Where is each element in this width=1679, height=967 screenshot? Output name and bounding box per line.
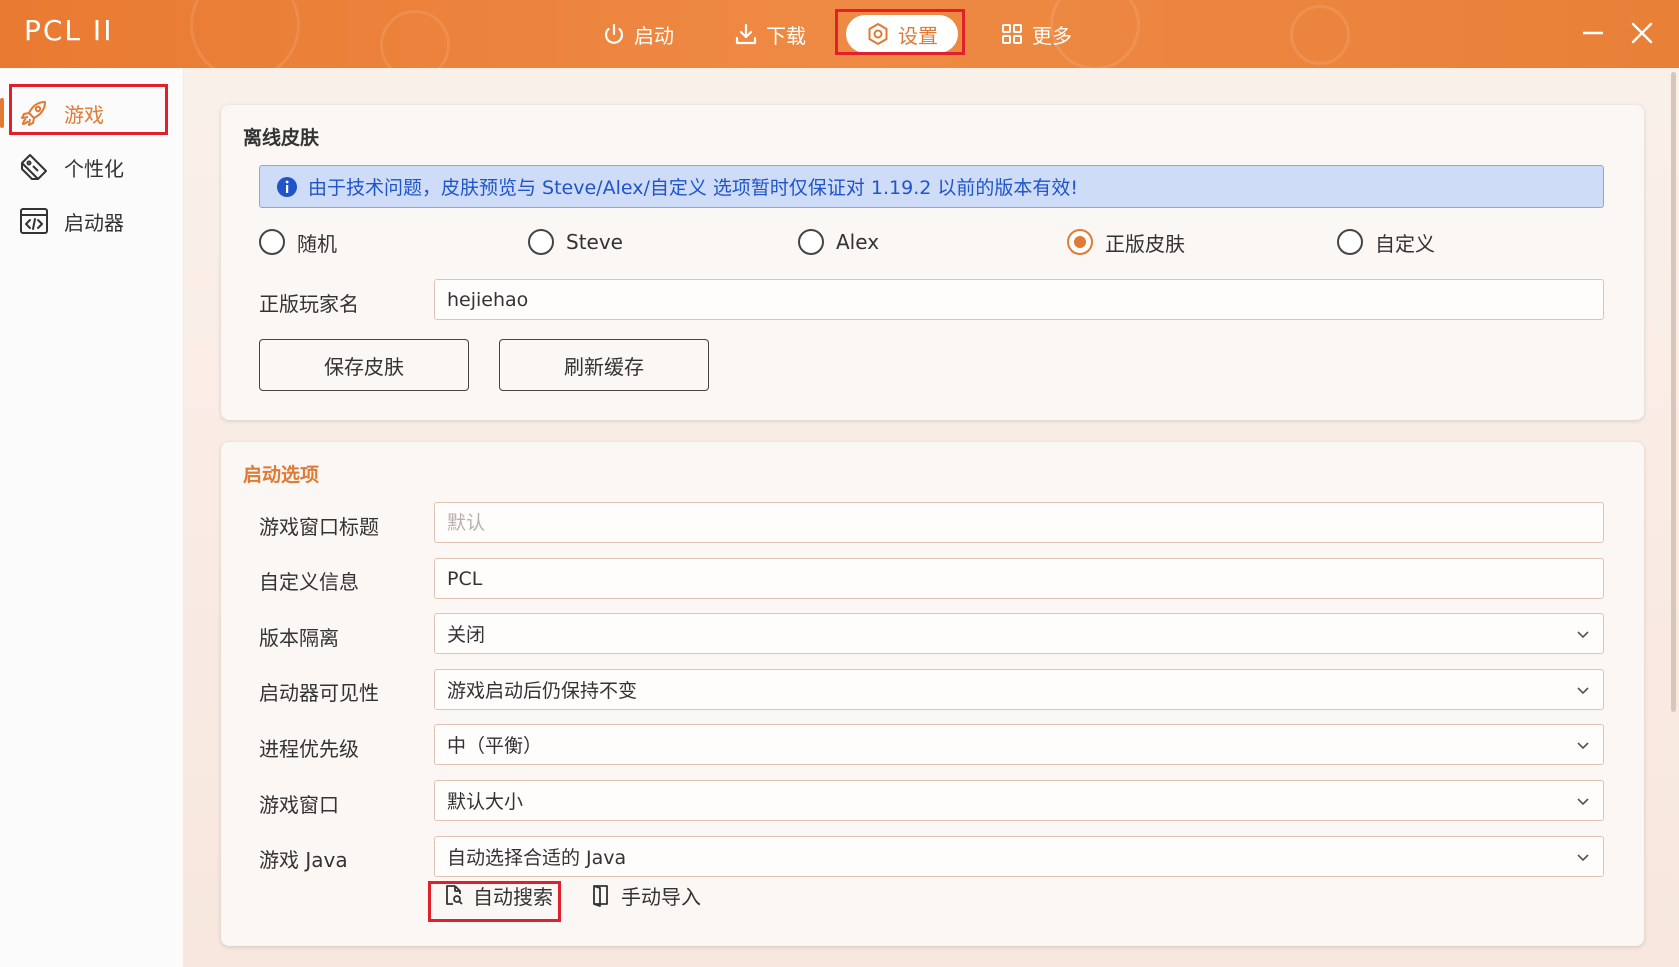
refresh-cache-button[interactable]: 刷新缓存 bbox=[499, 339, 709, 391]
radio-label: 随机 bbox=[297, 231, 337, 256]
scrollbar[interactable] bbox=[1671, 72, 1676, 712]
window-title-field[interactable] bbox=[434, 502, 1604, 543]
sidebar-item-label: 个性化 bbox=[64, 156, 124, 181]
game-window-label: 游戏窗口 bbox=[259, 793, 339, 817]
game-window-value: 默认大小 bbox=[447, 791, 524, 813]
priority-label: 进程优先级 bbox=[259, 737, 359, 761]
isolation-value: 关闭 bbox=[447, 624, 486, 646]
manual-import-label: 手动导入 bbox=[621, 884, 701, 909]
custom-info-input[interactable] bbox=[447, 567, 1603, 590]
sidebar-item-personalize[interactable]: 个性化 bbox=[18, 145, 168, 189]
decoration bbox=[1290, 5, 1350, 65]
chevron-down-icon bbox=[1577, 687, 1589, 695]
close-icon bbox=[1631, 22, 1653, 44]
visibility-label: 启动器可见性 bbox=[259, 681, 379, 705]
manual-import-button[interactable]: 手动导入 bbox=[589, 879, 701, 911]
radio-circle bbox=[259, 229, 285, 255]
highlight-outline bbox=[428, 881, 561, 922]
save-skin-button[interactable]: 保存皮肤 bbox=[259, 339, 469, 391]
priority-select[interactable]: 中（平衡） bbox=[434, 724, 1604, 765]
nav-more-label: 更多 bbox=[1032, 23, 1072, 48]
nav-more[interactable]: 更多 bbox=[988, 14, 1084, 54]
decoration bbox=[190, 0, 300, 68]
radio-label: Steve bbox=[566, 230, 623, 254]
player-name-label: 正版玩家名 bbox=[259, 292, 359, 316]
skin-card: 离线皮肤 由于技术问题，皮肤预览与 Steve/Alex/自定义 选项暂时仅保证… bbox=[221, 105, 1644, 420]
radio-label: Alex bbox=[836, 230, 880, 254]
sidebar-item-label: 启动器 bbox=[64, 210, 124, 235]
decoration bbox=[380, 10, 450, 68]
radio-custom[interactable]: 自定义 bbox=[1337, 227, 1435, 257]
power-icon bbox=[604, 23, 624, 44]
player-name-field[interactable] bbox=[434, 279, 1604, 320]
info-notice-text: 由于技术问题，皮肤预览与 Steve/Alex/自定义 选项暂时仅保证对 1.1… bbox=[308, 177, 1079, 199]
launch-card-title: 启动选项 bbox=[243, 464, 320, 486]
custom-info-field[interactable] bbox=[434, 558, 1604, 599]
nav-launch[interactable]: 启动 bbox=[590, 14, 686, 54]
isolation-select[interactable]: 关闭 bbox=[434, 613, 1604, 654]
chevron-down-icon bbox=[1577, 742, 1589, 750]
radio-label: 自定义 bbox=[1375, 231, 1435, 256]
info-notice: 由于技术问题，皮肤预览与 Steve/Alex/自定义 选项暂时仅保证对 1.1… bbox=[259, 165, 1604, 208]
active-indicator bbox=[0, 98, 4, 128]
java-select[interactable]: 自动选择合适的 Java bbox=[434, 836, 1604, 877]
minimize-button[interactable] bbox=[1576, 16, 1610, 50]
window-title-label: 游戏窗口标题 bbox=[259, 515, 379, 539]
app-logo: PCL II bbox=[24, 14, 114, 47]
radio-circle bbox=[1337, 229, 1363, 255]
minimize-icon bbox=[1583, 31, 1603, 35]
chevron-down-icon bbox=[1577, 798, 1589, 806]
grid-icon bbox=[1002, 24, 1022, 44]
player-name-input[interactable] bbox=[447, 288, 1603, 311]
title-bar: PCL II 启动 下载 设置 更多 bbox=[0, 0, 1679, 68]
radio-circle bbox=[798, 229, 824, 255]
download-icon bbox=[735, 23, 757, 45]
priority-value: 中（平衡） bbox=[447, 735, 543, 757]
info-icon bbox=[277, 176, 297, 197]
visibility-value: 游戏启动后仍保持不变 bbox=[447, 680, 638, 702]
palette-icon bbox=[21, 154, 47, 180]
custom-info-label: 自定义信息 bbox=[259, 570, 359, 594]
game-window-select[interactable]: 默认大小 bbox=[434, 780, 1604, 821]
radio-official-skin[interactable]: 正版皮肤 bbox=[1067, 227, 1185, 257]
radio-random[interactable]: 随机 bbox=[259, 227, 337, 257]
nav-download[interactable]: 下载 bbox=[722, 14, 818, 54]
sidebar-item-launcher[interactable]: 启动器 bbox=[18, 199, 168, 243]
radio-circle bbox=[528, 229, 554, 255]
java-value: 自动选择合适的 Java bbox=[447, 847, 627, 869]
nav-download-label: 下载 bbox=[766, 23, 806, 48]
code-window-icon bbox=[20, 208, 48, 234]
java-label: 游戏 Java bbox=[259, 848, 348, 872]
close-button[interactable] bbox=[1625, 16, 1659, 50]
radio-alex[interactable]: Alex bbox=[798, 227, 879, 257]
launch-options-card: 启动选项 游戏窗口标题 自定义信息 版本隔离 关闭 启动器可见性 游戏启动后仍保… bbox=[221, 442, 1644, 946]
skin-card-title: 离线皮肤 bbox=[243, 127, 320, 149]
radio-label: 正版皮肤 bbox=[1105, 231, 1185, 256]
radio-circle bbox=[1067, 229, 1093, 255]
isolation-label: 版本隔离 bbox=[259, 626, 339, 650]
sidebar: 游戏 个性化 启动器 bbox=[0, 68, 184, 967]
radio-steve[interactable]: Steve bbox=[528, 227, 623, 257]
visibility-select[interactable]: 游戏启动后仍保持不变 bbox=[434, 669, 1604, 710]
import-door-icon bbox=[593, 885, 608, 907]
chevron-down-icon bbox=[1577, 854, 1589, 862]
chevron-down-icon bbox=[1577, 631, 1589, 639]
highlight-outline bbox=[835, 9, 965, 55]
highlight-outline bbox=[9, 84, 168, 135]
nav-launch-label: 启动 bbox=[634, 23, 674, 48]
window-title-input[interactable] bbox=[447, 511, 1603, 534]
